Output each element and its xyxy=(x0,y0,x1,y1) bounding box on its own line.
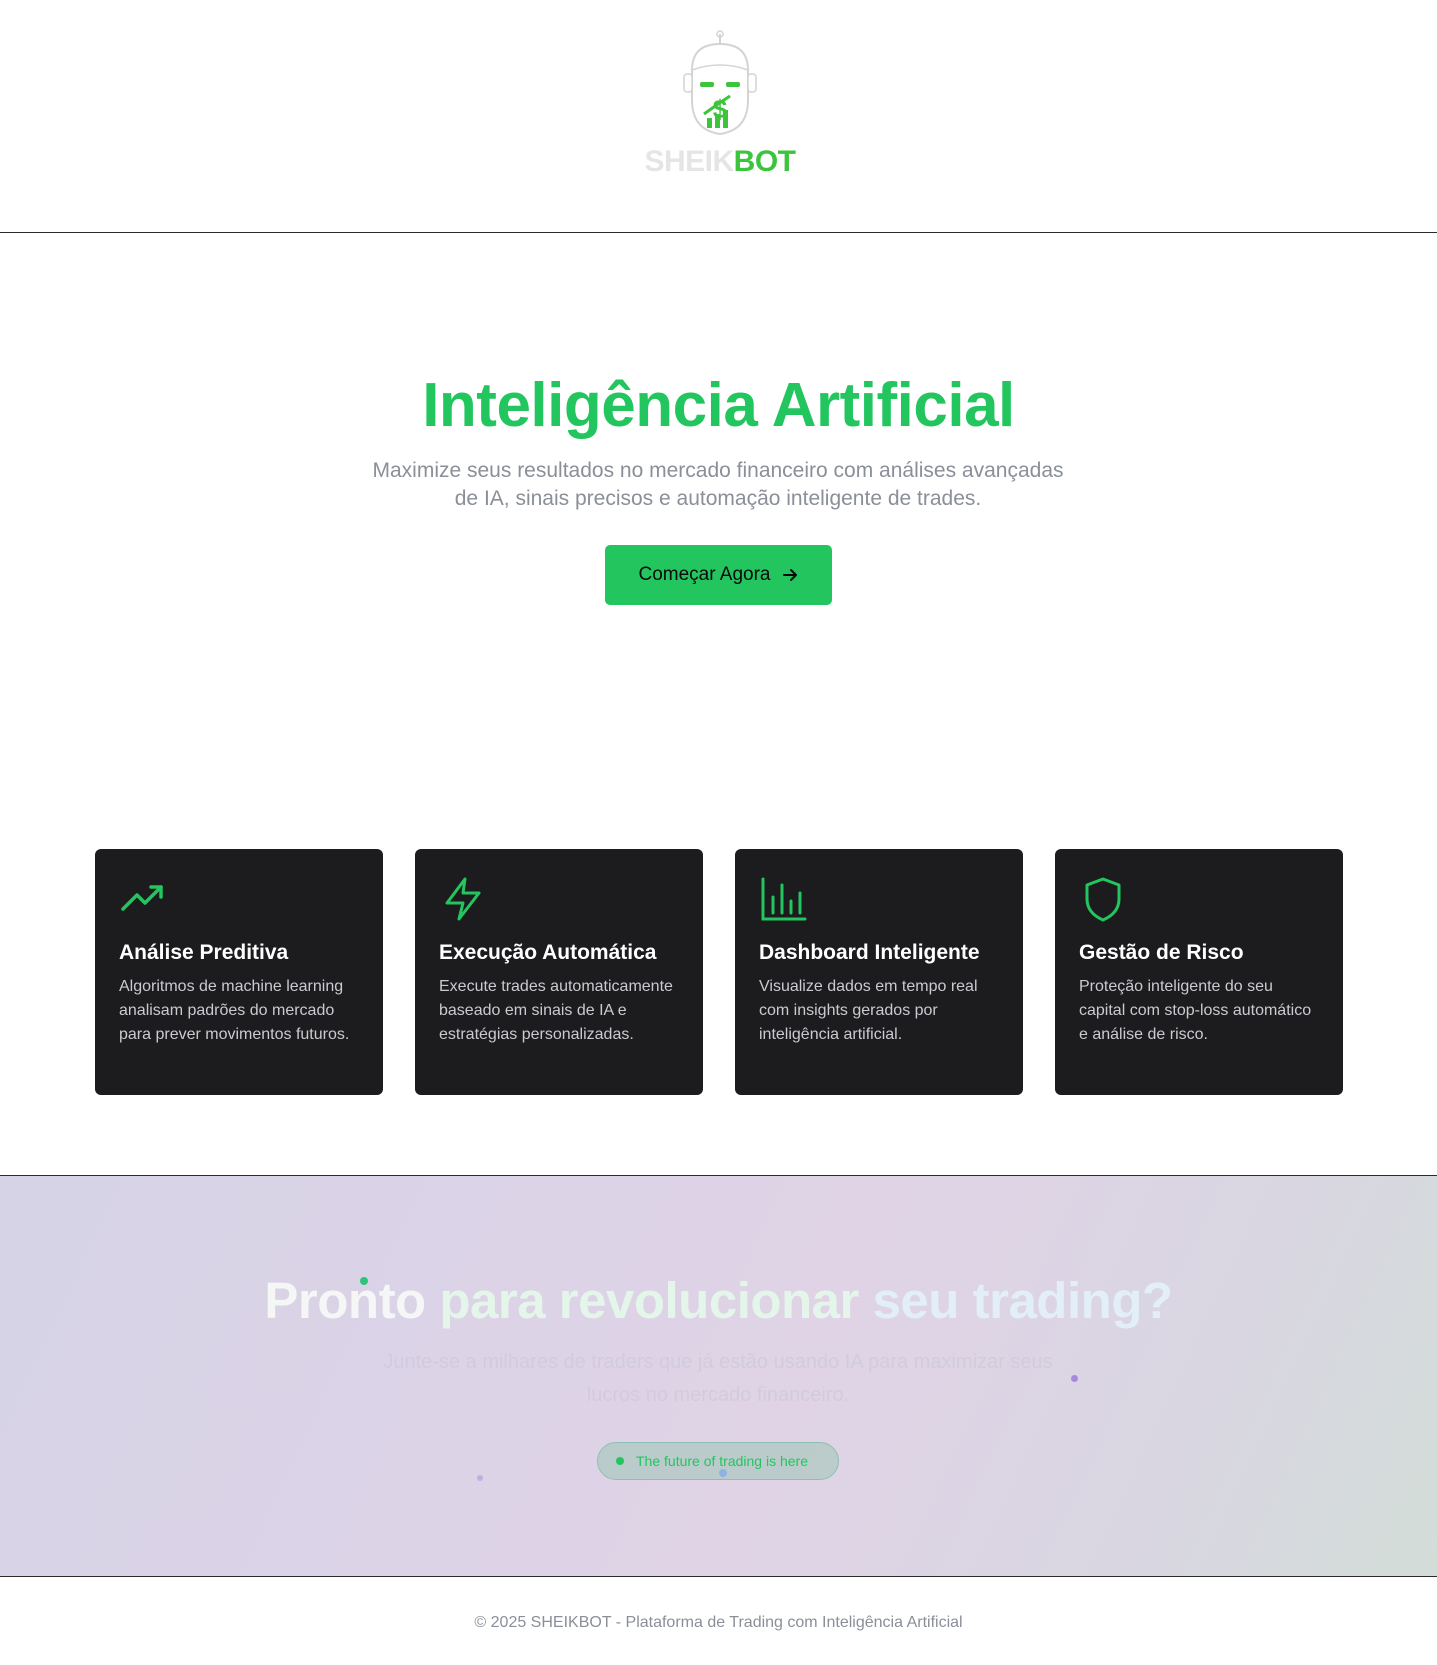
bar-chart-icon xyxy=(761,877,807,921)
feature-card-dashboard: Dashboard Inteligente Visualize dados em… xyxy=(735,849,1023,1095)
feature-description: Proteção inteligente do seu capital com … xyxy=(1079,978,1312,1043)
hero-title: Inteligência Artificial xyxy=(422,371,1015,440)
start-now-button[interactable]: Começar Agora xyxy=(605,545,832,605)
status-dot-icon xyxy=(616,1457,624,1465)
feature-title: Dashboard Inteligente xyxy=(759,941,980,964)
feature-description: Execute trades automaticamente baseado e… xyxy=(439,978,673,1043)
particle-dot xyxy=(719,1469,727,1477)
arrow-right-icon xyxy=(782,569,797,581)
feature-description: Visualize dados em tempo real com insigh… xyxy=(759,978,978,1043)
particle-dot xyxy=(477,1475,483,1481)
footer-copyright: © 2025 SHEIKBOT - Plataforma de Trading … xyxy=(474,1614,963,1631)
feature-description: Algoritmos de machine learning analisam … xyxy=(119,978,350,1043)
hero-subtitle: Maximize seus resultados no mercado fina… xyxy=(372,459,1064,510)
future-badge-label: The future of trading is here xyxy=(636,1453,808,1469)
brand-name-part2: BOT xyxy=(733,145,796,178)
brand-name-part1: SHEIK xyxy=(644,145,734,178)
call-to-action-section: Pronto para revolucionar seu trading? Ju… xyxy=(0,1175,1437,1577)
feature-title: Análise Preditiva xyxy=(119,941,289,964)
site-header: $ SHEIKBOT xyxy=(0,0,1437,233)
hero-section: Inteligência Artificial Maximize seus re… xyxy=(0,234,1437,794)
cta-subtitle: Junte-se a milhares de traders que já es… xyxy=(383,1351,1053,1406)
brand-logo[interactable]: $ SHEIKBOT xyxy=(640,30,800,185)
particle-dot xyxy=(1071,1375,1078,1382)
feature-card-auto-execution: Execução Automática Execute trades autom… xyxy=(415,849,703,1095)
site-footer: © 2025 SHEIKBOT - Plataforma de Trading … xyxy=(0,1578,1437,1665)
feature-card-risk: Gestão de Risco Proteção inteligente do … xyxy=(1055,849,1343,1095)
start-now-label: Começar Agora xyxy=(638,564,771,585)
particle-dot xyxy=(360,1277,368,1285)
trending-up-icon xyxy=(121,885,163,911)
cta-title: Pronto para revolucionar seu trading? xyxy=(0,1271,1437,1330)
cta-title-part3: seu trading? xyxy=(872,1272,1174,1329)
feature-card-predictive: Análise Preditiva Algoritmos de machine … xyxy=(95,849,383,1095)
feature-title: Gestão de Risco xyxy=(1079,941,1244,964)
lightning-icon xyxy=(445,877,481,921)
feature-title: Execução Automática xyxy=(439,941,657,964)
cta-title-part2: para revolucionar xyxy=(439,1272,873,1329)
features-grid: Análise Preditiva Algoritmos de machine … xyxy=(95,849,1343,1095)
cta-title-part1: Pronto xyxy=(264,1272,440,1329)
brand-name: SHEIKBOT xyxy=(640,145,800,179)
shield-icon xyxy=(1085,877,1121,922)
robot-dollar-icon: $ xyxy=(683,30,757,136)
future-badge: The future of trading is here xyxy=(597,1442,839,1480)
